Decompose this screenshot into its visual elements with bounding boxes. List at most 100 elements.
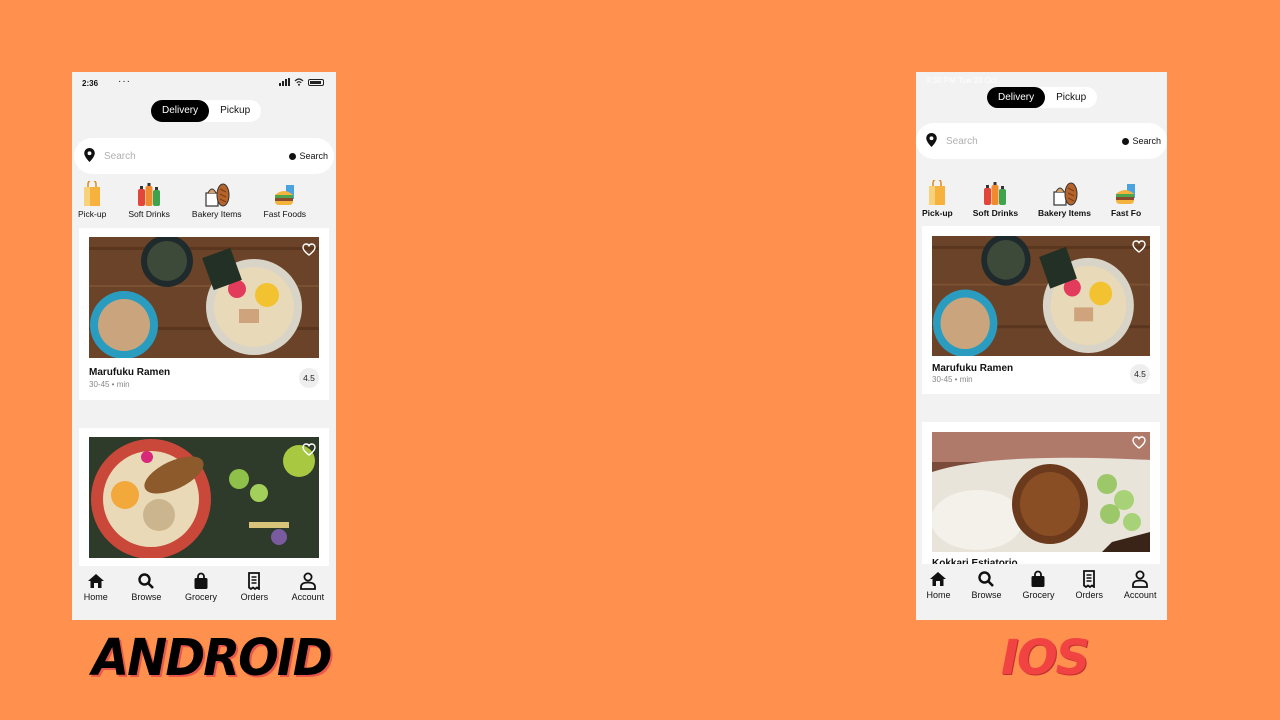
rating-badge: 4.5 <box>1130 364 1150 384</box>
category-label: Soft Drinks <box>128 209 170 219</box>
restaurant-name: Marufuku Ramen <box>932 363 1014 374</box>
tab-account[interactable]: Account <box>291 572 325 620</box>
search-icon <box>138 573 155 589</box>
category-row: Pick-up Soft Drinks Bakery Items Fast Fo… <box>78 181 306 219</box>
tab-label: Browse <box>971 590 1002 600</box>
home-icon <box>930 572 947 586</box>
tab-label: Orders <box>240 592 269 602</box>
favorite-heart-icon[interactable] <box>1132 436 1146 449</box>
tab-label: Home <box>926 590 951 600</box>
ios-caption: IOS <box>1001 630 1090 686</box>
tab-label: Home <box>83 592 108 602</box>
search-placeholder: Search <box>946 135 978 147</box>
pickup-option[interactable]: Pickup <box>1045 87 1097 108</box>
category-label: Bakery Items <box>191 209 242 219</box>
rating-badge: 4.5 <box>299 368 319 388</box>
status-more-icon: ··· <box>118 76 131 87</box>
fast-food-icon <box>274 185 294 205</box>
home-icon <box>87 574 104 588</box>
restaurant-photo <box>932 432 1150 552</box>
wifi-icon <box>294 78 304 86</box>
category-pickup[interactable]: Pick-up <box>78 181 106 219</box>
receipt-icon <box>1083 570 1096 588</box>
category-bakery[interactable]: Bakery Items <box>1038 180 1091 218</box>
shopping-bag-icon <box>194 572 208 589</box>
favorite-heart-icon[interactable] <box>1132 240 1146 253</box>
restaurant-photo <box>932 236 1150 356</box>
tab-account[interactable]: Account <box>1123 570 1157 620</box>
category-pickup[interactable]: Pick-up <box>922 180 953 218</box>
bakery-icon <box>205 183 230 207</box>
location-pin-icon <box>84 148 95 162</box>
delivery-option[interactable]: Delivery <box>987 87 1046 108</box>
pickup-option[interactable]: Pickup <box>209 100 261 122</box>
category-fast-foods[interactable]: Fast Fo <box>1111 180 1141 218</box>
bakery-icon <box>1052 182 1077 206</box>
receipt-icon <box>248 572 261 590</box>
category-label: Soft Drinks <box>972 208 1019 218</box>
soft-drinks-icon <box>138 183 161 206</box>
restaurant-card[interactable] <box>79 428 329 568</box>
search-icon <box>978 571 995 587</box>
restaurant-card[interactable]: Marufuku Ramen 30-45 • min 4.5 <box>922 226 1160 394</box>
pickup-bag-icon <box>929 180 946 205</box>
tab-orders[interactable]: Orders <box>240 572 269 620</box>
category-label: Fast Fo <box>1110 208 1142 218</box>
tab-grocery[interactable]: Grocery <box>1022 570 1054 620</box>
favorite-heart-icon[interactable] <box>302 443 316 456</box>
favorite-heart-icon[interactable] <box>302 243 316 256</box>
tab-label: Grocery <box>1022 590 1055 600</box>
category-soft-drinks[interactable]: Soft Drinks <box>973 180 1018 218</box>
search-dot-icon <box>1122 137 1130 145</box>
restaurant-card[interactable]: Marufuku Ramen 30-45 • min 4.5 <box>79 228 329 400</box>
category-row: Pick-up Soft Drinks Bakery Items Fast Fo <box>922 180 1167 218</box>
delivery-pickup-toggle: Delivery Pickup <box>151 100 262 122</box>
tab-home[interactable]: Home <box>926 570 951 620</box>
delivery-time: 30-45 • min <box>89 380 130 389</box>
category-label: Pick-up <box>922 208 953 218</box>
search-button[interactable]: Search <box>289 151 328 161</box>
status-bar: 2:36 ··· <box>72 72 336 94</box>
tab-grocery[interactable]: Grocery <box>185 572 217 620</box>
account-icon <box>300 572 316 590</box>
tab-label: Browse <box>131 592 162 602</box>
tab-label: Account <box>291 592 325 602</box>
delivery-option[interactable]: Delivery <box>151 100 210 122</box>
category-soft-drinks[interactable]: Soft Drinks <box>128 181 170 219</box>
android-caption: ANDROID <box>92 628 333 688</box>
location-pin-icon <box>926 133 937 147</box>
restaurant-name: Marufuku Ramen <box>89 367 171 378</box>
restaurant-card[interactable]: Kokkari Estiatorio <box>922 422 1160 572</box>
search-bar[interactable]: Search Search <box>74 138 334 174</box>
tab-label: Account <box>1123 590 1157 600</box>
tab-browse[interactable]: Browse <box>971 570 1001 620</box>
signal-icon <box>279 78 290 86</box>
account-icon <box>1132 570 1149 588</box>
category-label: Bakery Items <box>1038 208 1091 218</box>
tab-label: Grocery <box>184 592 217 602</box>
system-icons <box>279 78 324 86</box>
search-button[interactable]: Search <box>1122 136 1161 146</box>
search-bar[interactable]: Search Search <box>916 123 1167 159</box>
tab-orders[interactable]: Orders <box>1075 570 1103 620</box>
tab-label: Orders <box>1075 590 1103 600</box>
status-bar: 9:30 PM Tue 28 Oct <box>926 76 998 85</box>
category-label: Fast Foods <box>263 209 307 219</box>
category-label: Pick-up <box>78 209 107 219</box>
category-bakery[interactable]: Bakery Items <box>192 181 242 219</box>
search-button-label: Search <box>299 151 328 161</box>
battery-icon <box>308 78 324 86</box>
delivery-time: 30-45 • min <box>932 375 973 384</box>
android-phone-screen: 2:36 ··· Delivery Pickup Search Search P… <box>72 72 336 620</box>
search-button-label: Search <box>1132 136 1161 146</box>
pickup-bag-icon <box>84 181 101 206</box>
tab-home[interactable]: Home <box>84 572 108 620</box>
restaurant-photo <box>89 237 319 358</box>
search-placeholder: Search <box>104 150 136 162</box>
bottom-tab-bar: Home Browse Grocery Orders Account <box>72 566 336 620</box>
shopping-bag-icon <box>1031 570 1045 587</box>
restaurant-photo <box>89 437 319 558</box>
status-time: 2:36 <box>82 79 99 88</box>
tab-browse[interactable]: Browse <box>131 572 161 620</box>
category-fast-foods[interactable]: Fast Foods <box>263 181 307 219</box>
